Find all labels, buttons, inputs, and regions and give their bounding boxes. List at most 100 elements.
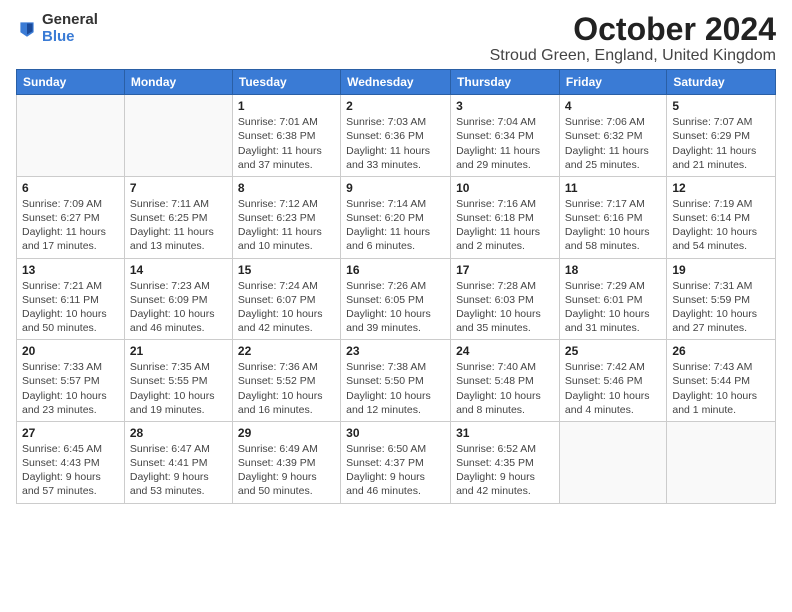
logo-blue: Blue	[42, 29, 98, 46]
day-number: 24	[456, 344, 554, 358]
col-monday: Monday	[124, 70, 232, 95]
day-number: 30	[346, 426, 445, 440]
table-row: 26Sunrise: 7:43 AM Sunset: 5:44 PM Dayli…	[667, 340, 776, 422]
calendar-header-row: Sunday Monday Tuesday Wednesday Thursday…	[17, 70, 776, 95]
day-number: 31	[456, 426, 554, 440]
day-number: 27	[22, 426, 119, 440]
table-row: 11 Sunrise: 7:17 AM Sunset: 6:16 PM Dayli…	[559, 176, 666, 258]
daylight-hours: Sunrise: 7:38 AM Sunset: 5:50 PM Dayligh…	[346, 360, 445, 417]
table-row: 18 Sunrise: 7:29 AM Sunset: 6:01 PM Dayli…	[559, 258, 666, 340]
col-thursday: Thursday	[451, 70, 560, 95]
day-number: 29	[238, 426, 335, 440]
daylight-hours: Sunrise: 7:24 AM Sunset: 6:07 PM Dayligh…	[238, 279, 335, 336]
daylight-hours: Sunrise: 7:29 AM Sunset: 6:01 PM Dayligh…	[565, 279, 661, 336]
table-row: 4 Sunrise: 7:06 AM Sunset: 6:32 PM Daylig…	[559, 95, 666, 177]
daylight-hours: Sunrise: 7:33 AM Sunset: 5:57 PM Dayligh…	[22, 360, 119, 417]
table-row: 10 Sunrise: 7:16 AM Sunset: 6:18 PM Dayli…	[451, 176, 560, 258]
daylight-hours: Sunrise: 7:12 AM Sunset: 6:23 PM Dayligh…	[238, 197, 335, 254]
page-container: General Blue October 2024 Stroud Green, …	[0, 0, 792, 512]
logo-text: General Blue	[42, 12, 98, 45]
daylight-hours: Sunrise: 7:16 AM Sunset: 6:18 PM Dayligh…	[456, 197, 554, 254]
daylight-hours: Sunrise: 6:45 AM Sunset: 4:43 PM Dayligh…	[22, 442, 119, 499]
day-number: 2	[346, 99, 445, 113]
header: General Blue October 2024 Stroud Green, …	[16, 12, 776, 65]
day-number: 6	[22, 181, 119, 195]
day-number: 4	[565, 99, 661, 113]
daylight-hours: Sunrise: 7:19 AM Sunset: 6:14 PM Dayligh…	[672, 197, 770, 254]
table-row: 31Sunrise: 6:52 AM Sunset: 4:35 PM Dayli…	[451, 421, 560, 503]
table-row	[559, 421, 666, 503]
table-row: 25Sunrise: 7:42 AM Sunset: 5:46 PM Dayli…	[559, 340, 666, 422]
day-number: 8	[238, 181, 335, 195]
table-row: 5 Sunrise: 7:07 AM Sunset: 6:29 PM Daylig…	[667, 95, 776, 177]
logo-general: General	[42, 12, 98, 29]
table-row: 13Sunrise: 7:21 AM Sunset: 6:11 PM Dayli…	[17, 258, 125, 340]
day-number: 3	[456, 99, 554, 113]
calendar-week-1: 1 Sunrise: 7:01 AM Sunset: 6:38 PM Daylig…	[17, 95, 776, 177]
daylight-hours: Sunrise: 7:35 AM Sunset: 5:55 PM Dayligh…	[130, 360, 227, 417]
table-row: 3Sunrise: 7:04 AM Sunset: 6:34 PM Daylig…	[451, 95, 560, 177]
table-row	[124, 95, 232, 177]
day-number: 14	[130, 263, 227, 277]
day-number: 15	[238, 263, 335, 277]
table-row: 21 Sunrise: 7:35 AM Sunset: 5:55 PM Dayli…	[124, 340, 232, 422]
title-block: October 2024 Stroud Green, England, Unit…	[490, 12, 776, 65]
table-row	[17, 95, 125, 177]
day-number: 10	[456, 181, 554, 195]
col-sunday: Sunday	[17, 70, 125, 95]
table-row: 15 Sunrise: 7:24 AM Sunset: 6:07 PM Dayli…	[232, 258, 340, 340]
daylight-hours: Sunrise: 7:07 AM Sunset: 6:29 PM Dayligh…	[672, 115, 770, 172]
day-number: 22	[238, 344, 335, 358]
table-row: 19Sunrise: 7:31 AM Sunset: 5:59 PM Dayli…	[667, 258, 776, 340]
col-wednesday: Wednesday	[341, 70, 451, 95]
table-row: 1 Sunrise: 7:01 AM Sunset: 6:38 PM Daylig…	[232, 95, 340, 177]
calendar-week-4: 20 Sunrise: 7:33 AM Sunset: 5:57 PM Dayli…	[17, 340, 776, 422]
col-tuesday: Tuesday	[232, 70, 340, 95]
table-row: 20 Sunrise: 7:33 AM Sunset: 5:57 PM Dayli…	[17, 340, 125, 422]
table-row: 7Sunrise: 7:11 AM Sunset: 6:25 PM Daylig…	[124, 176, 232, 258]
daylight-hours: Sunrise: 7:43 AM Sunset: 5:44 PM Dayligh…	[672, 360, 770, 417]
table-row: 23 Sunrise: 7:38 AM Sunset: 5:50 PM Dayli…	[341, 340, 451, 422]
table-row	[667, 421, 776, 503]
table-row: 14 Sunrise: 7:23 AM Sunset: 6:09 PM Dayli…	[124, 258, 232, 340]
main-title: October 2024	[490, 12, 776, 47]
logo: General Blue	[16, 12, 98, 45]
day-number: 23	[346, 344, 445, 358]
table-row: 16Sunrise: 7:26 AM Sunset: 6:05 PM Dayli…	[341, 258, 451, 340]
day-number: 7	[130, 181, 227, 195]
table-row: 9Sunrise: 7:14 AM Sunset: 6:20 PM Daylig…	[341, 176, 451, 258]
day-number: 11	[565, 181, 661, 195]
day-number: 20	[22, 344, 119, 358]
day-number: 28	[130, 426, 227, 440]
daylight-hours: Sunrise: 7:28 AM Sunset: 6:03 PM Dayligh…	[456, 279, 554, 336]
daylight-hours: Sunrise: 7:09 AM Sunset: 6:27 PM Dayligh…	[22, 197, 119, 254]
calendar-week-5: 27 Sunrise: 6:45 AM Sunset: 4:43 PM Dayli…	[17, 421, 776, 503]
daylight-hours: Sunrise: 7:01 AM Sunset: 6:38 PM Dayligh…	[238, 115, 335, 172]
calendar-week-2: 6 Sunrise: 7:09 AM Sunset: 6:27 PM Daylig…	[17, 176, 776, 258]
table-row: 22 Sunrise: 7:36 AM Sunset: 5:52 PM Dayli…	[232, 340, 340, 422]
daylight-hours: Sunrise: 6:47 AM Sunset: 4:41 PM Dayligh…	[130, 442, 227, 499]
daylight-hours: Sunrise: 7:42 AM Sunset: 5:46 PM Dayligh…	[565, 360, 661, 417]
calendar-week-3: 13Sunrise: 7:21 AM Sunset: 6:11 PM Dayli…	[17, 258, 776, 340]
table-row: 6 Sunrise: 7:09 AM Sunset: 6:27 PM Daylig…	[17, 176, 125, 258]
daylight-hours: Sunrise: 6:49 AM Sunset: 4:39 PM Dayligh…	[238, 442, 335, 499]
daylight-hours: Sunrise: 7:21 AM Sunset: 6:11 PM Dayligh…	[22, 279, 119, 336]
table-row: 17 Sunrise: 7:28 AM Sunset: 6:03 PM Dayli…	[451, 258, 560, 340]
day-number: 17	[456, 263, 554, 277]
daylight-hours: Sunrise: 7:03 AM Sunset: 6:36 PM Dayligh…	[346, 115, 445, 172]
day-number: 21	[130, 344, 227, 358]
day-number: 16	[346, 263, 445, 277]
day-number: 19	[672, 263, 770, 277]
day-number: 12	[672, 181, 770, 195]
daylight-hours: Sunrise: 7:06 AM Sunset: 6:32 PM Dayligh…	[565, 115, 661, 172]
table-row: 28 Sunrise: 6:47 AM Sunset: 4:41 PM Dayli…	[124, 421, 232, 503]
day-number: 1	[238, 99, 335, 113]
daylight-hours: Sunrise: 7:23 AM Sunset: 6:09 PM Dayligh…	[130, 279, 227, 336]
table-row: 8 Sunrise: 7:12 AM Sunset: 6:23 PM Daylig…	[232, 176, 340, 258]
day-number: 5	[672, 99, 770, 113]
day-number: 18	[565, 263, 661, 277]
subtitle: Stroud Green, England, United Kingdom	[490, 47, 776, 65]
daylight-hours: Sunrise: 7:17 AM Sunset: 6:16 PM Dayligh…	[565, 197, 661, 254]
daylight-hours: Sunrise: 7:36 AM Sunset: 5:52 PM Dayligh…	[238, 360, 335, 417]
col-friday: Friday	[559, 70, 666, 95]
